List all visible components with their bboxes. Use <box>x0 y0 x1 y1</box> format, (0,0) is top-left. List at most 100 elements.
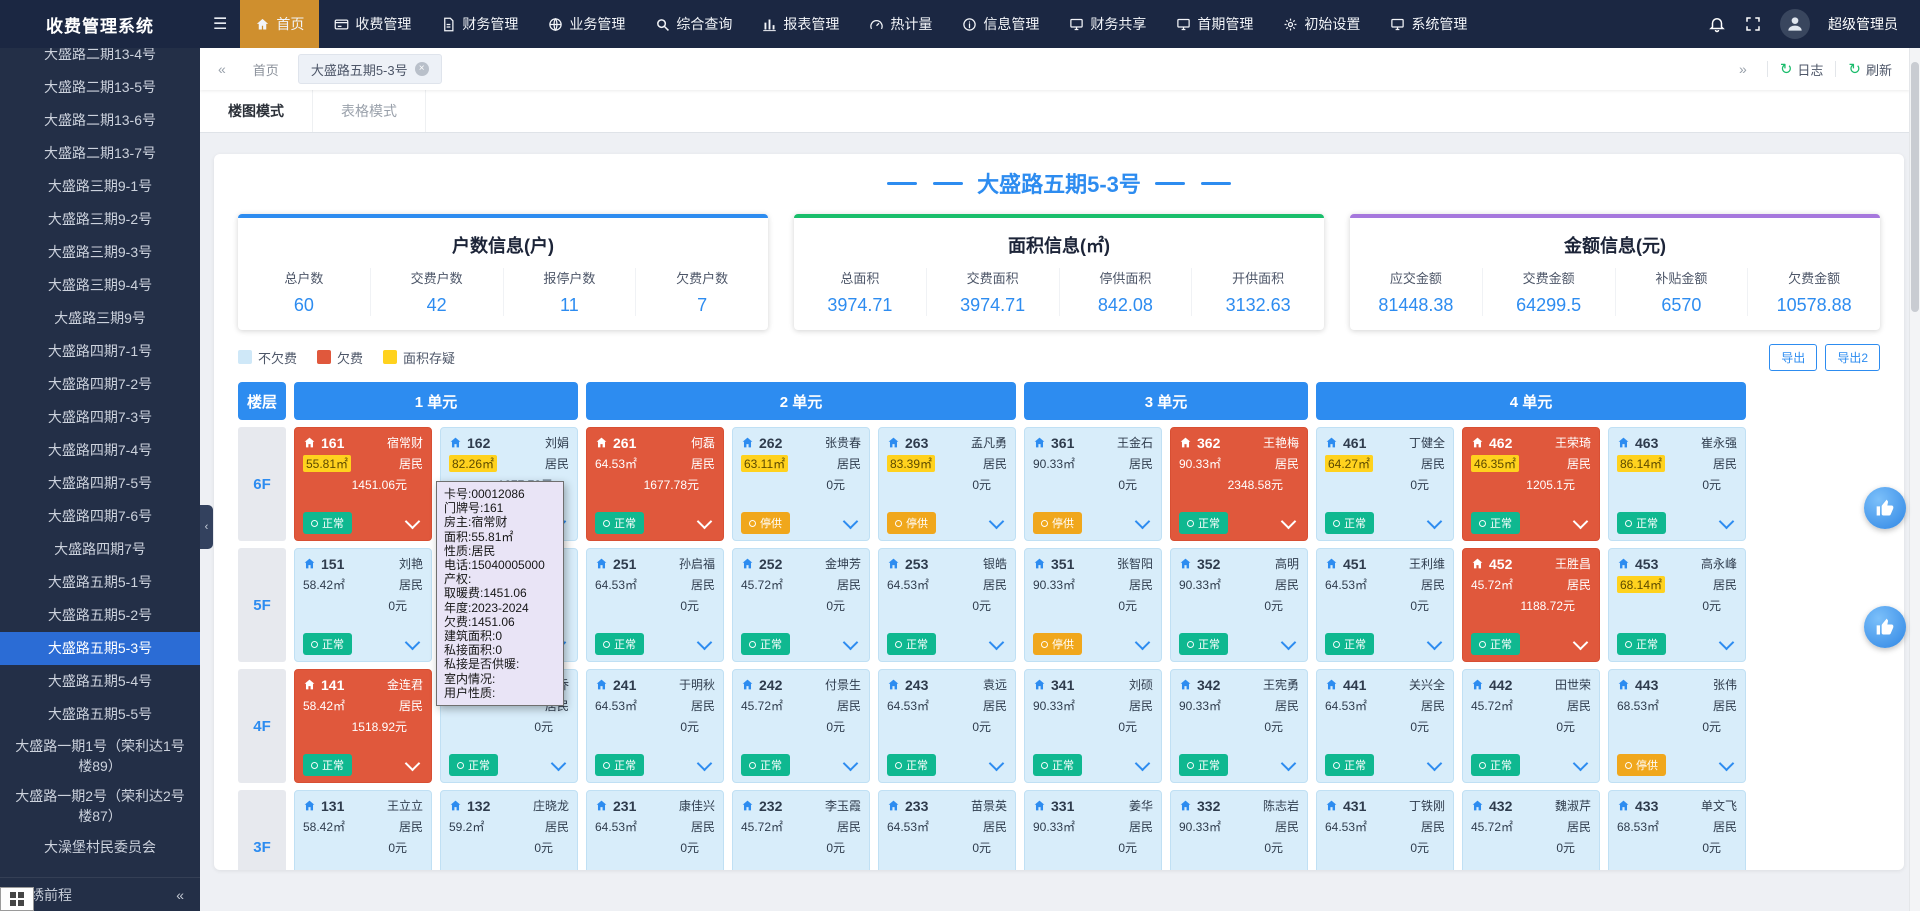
nav-report[interactable]: 报表管理 <box>747 0 854 48</box>
chevron-down-icon[interactable] <box>1719 635 1735 651</box>
sidebar-item[interactable]: 大盛路二期13-4号 <box>0 48 200 71</box>
sidebar-item[interactable]: 大盛路一期2号（荣利达2号楼87） <box>0 781 200 831</box>
chevron-down-icon[interactable] <box>1719 514 1735 530</box>
room-card[interactable]: 232李玉霞45.72㎡居民0元正常 <box>732 790 870 870</box>
sidebar-item[interactable]: 大盛路三期9号 <box>0 302 200 335</box>
sidebar-item[interactable]: 大盛路四期7-2号 <box>0 368 200 401</box>
sidebar-item[interactable]: 大盛路五期5-5号 <box>0 698 200 731</box>
room-card[interactable]: 132庄晓龙59.2㎡居民0元正常 <box>440 790 578 870</box>
nav-info[interactable]: 信息管理 <box>947 0 1054 48</box>
nav-query[interactable]: 综合查询 <box>640 0 747 48</box>
room-card[interactable]: 261何磊64.53㎡居民1677.78元正常 <box>586 427 724 541</box>
nav-init[interactable]: 初始设置 <box>1268 0 1375 48</box>
view-tab-floor-map[interactable]: 楼图模式 <box>200 90 313 132</box>
avatar[interactable] <box>1780 9 1810 39</box>
sidebar-item[interactable]: 大盛路二期13-6号 <box>0 104 200 137</box>
float-button-1[interactable] <box>1864 487 1906 529</box>
nav-finance[interactable]: 财务管理 <box>426 0 533 48</box>
room-card[interactable]: 441关兴全64.53㎡居民0元正常 <box>1316 669 1454 783</box>
room-card[interactable]: 433单文飞68.53㎡居民0元停供 <box>1608 790 1746 870</box>
room-card[interactable]: 442田世荣45.72㎡居民0元正常 <box>1462 669 1600 783</box>
room-card[interactable]: 243袁远64.53㎡居民0元正常 <box>878 669 1016 783</box>
chevron-down-icon[interactable] <box>405 514 421 530</box>
room-card[interactable]: 451王利维64.53㎡居民0元正常 <box>1316 548 1454 662</box>
export-button[interactable]: 导出 <box>1769 344 1817 371</box>
chevron-down-icon[interactable] <box>989 635 1005 651</box>
export-button-2[interactable]: 导出2 <box>1825 344 1880 371</box>
room-card[interactable]: 351张智阳90.33㎡居民0元停供 <box>1024 548 1162 662</box>
room-card[interactable]: 463崔永强86.14㎡居民0元正常 <box>1608 427 1746 541</box>
sidebar-item[interactable]: 大盛路二期13-7号 <box>0 137 200 170</box>
float-button-2[interactable] <box>1864 606 1906 648</box>
room-card[interactable]: 462王荣琦46.35㎡居民1205.1元正常 <box>1462 427 1600 541</box>
room-card[interactable]: 251孙启福64.53㎡居民0元正常 <box>586 548 724 662</box>
chevron-down-icon[interactable] <box>1135 514 1151 530</box>
nav-heat[interactable]: 热计量 <box>854 0 947 48</box>
room-card[interactable]: 362王艳梅90.33㎡居民2348.58元正常 <box>1170 427 1308 541</box>
chevron-down-icon[interactable] <box>1573 756 1589 772</box>
tab-home[interactable]: 首页 <box>240 54 292 84</box>
nav-share[interactable]: 财务共享 <box>1054 0 1161 48</box>
chevron-down-icon[interactable] <box>1281 756 1297 772</box>
sidebar-item[interactable]: 大澡堡村民委员会 <box>0 831 200 864</box>
user-name[interactable]: 超级管理员 <box>1828 14 1898 34</box>
bell-icon[interactable] <box>1708 15 1726 33</box>
room-card[interactable]: 452王胜昌45.72㎡居民1188.72元正常 <box>1462 548 1600 662</box>
chevron-down-icon[interactable] <box>1135 756 1151 772</box>
nav-fee[interactable]: 收费管理 <box>319 0 426 48</box>
chevron-down-icon[interactable] <box>405 635 421 651</box>
collapse-sidebar-icon[interactable]: « <box>176 887 184 903</box>
tabs-scroll-left-icon[interactable]: « <box>210 61 234 77</box>
room-card[interactable]: 361王金石90.33㎡居民0元停供 <box>1024 427 1162 541</box>
sidebar-item[interactable]: 大盛路四期7-1号 <box>0 335 200 368</box>
room-card[interactable]: 131王立立58.42㎡居民0元正常 <box>294 790 432 870</box>
chevron-down-icon[interactable] <box>1719 756 1735 772</box>
close-icon[interactable]: × <box>415 62 429 76</box>
room-card[interactable]: 151刘艳58.42㎡居民0元正常 <box>294 548 432 662</box>
menu-toggle-icon[interactable]: ☰ <box>200 14 240 34</box>
sidebar-item[interactable]: 大盛路三期9-1号 <box>0 170 200 203</box>
refresh-button[interactable]: ↻ 刷新 <box>1848 60 1892 79</box>
sidebar-item[interactable]: 大盛路五期5-3号 <box>0 632 200 665</box>
chevron-down-icon[interactable] <box>1427 635 1443 651</box>
sidebar-item[interactable]: 大盛路五期5-1号 <box>0 566 200 599</box>
room-card[interactable]: 141金连君58.42㎡居民1518.92元正常 <box>294 669 432 783</box>
room-card[interactable]: 443张伟68.53㎡居民0元停供 <box>1608 669 1746 783</box>
sidebar-item[interactable]: 大盛路三期9-2号 <box>0 203 200 236</box>
room-card[interactable]: 263孟凡勇83.39㎡居民0元停供 <box>878 427 1016 541</box>
room-card[interactable]: 332陈志岩90.33㎡居民0元正常 <box>1170 790 1308 870</box>
tab-building[interactable]: 大盛路五期5-3号× <box>298 54 442 84</box>
chevron-down-icon[interactable] <box>1427 756 1443 772</box>
room-card[interactable]: 352高明90.33㎡居民0元正常 <box>1170 548 1308 662</box>
nav-period[interactable]: 首期管理 <box>1161 0 1268 48</box>
chevron-down-icon[interactable] <box>843 635 859 651</box>
room-card[interactable]: 432魏淑芹45.72㎡居民0元正常 <box>1462 790 1600 870</box>
room-card[interactable]: 253银皓64.53㎡居民0元正常 <box>878 548 1016 662</box>
sidebar-item[interactable]: 大盛路五期5-4号 <box>0 665 200 698</box>
tabs-scroll-right-icon[interactable]: » <box>1731 61 1755 77</box>
chevron-down-icon[interactable] <box>1573 514 1589 530</box>
room-card[interactable]: 242付景生45.72㎡居民0元正常 <box>732 669 870 783</box>
room-card[interactable]: 241于明秋64.53㎡居民0元正常 <box>586 669 724 783</box>
nav-business[interactable]: 业务管理 <box>533 0 640 48</box>
sidebar-item[interactable]: 大盛路四期7-6号 <box>0 500 200 533</box>
room-card[interactable]: 233苗景英64.53㎡居民0元正常 <box>878 790 1016 870</box>
sidebar-collapse-handle[interactable]: ‹ <box>200 505 213 549</box>
sidebar-item[interactable]: 大盛路四期7号 <box>0 533 200 566</box>
fullscreen-icon[interactable] <box>1744 15 1762 33</box>
scrollbar-thumb[interactable] <box>1911 62 1919 312</box>
chevron-down-icon[interactable] <box>405 756 421 772</box>
nav-system[interactable]: 系统管理 <box>1375 0 1482 48</box>
sidebar-item[interactable]: 大盛路四期7-5号 <box>0 467 200 500</box>
sidebar-item[interactable]: 大盛路四期7-4号 <box>0 434 200 467</box>
room-card[interactable]: 331姜华90.33㎡居民0元停供 <box>1024 790 1162 870</box>
chevron-down-icon[interactable] <box>1281 514 1297 530</box>
sidebar-item[interactable]: 大盛路三期9-4号 <box>0 269 200 302</box>
room-card[interactable]: 453高永峰68.14㎡居民0元正常 <box>1608 548 1746 662</box>
chevron-down-icon[interactable] <box>1135 635 1151 651</box>
room-card[interactable]: 252金坤芳45.72㎡居民0元正常 <box>732 548 870 662</box>
sidebar-item[interactable]: 大盛路五期5-2号 <box>0 599 200 632</box>
room-card[interactable]: 341刘硕90.33㎡居民0元正常 <box>1024 669 1162 783</box>
chevron-down-icon[interactable] <box>989 756 1005 772</box>
room-card[interactable]: 431丁铁刚64.53㎡居民0元正常 <box>1316 790 1454 870</box>
